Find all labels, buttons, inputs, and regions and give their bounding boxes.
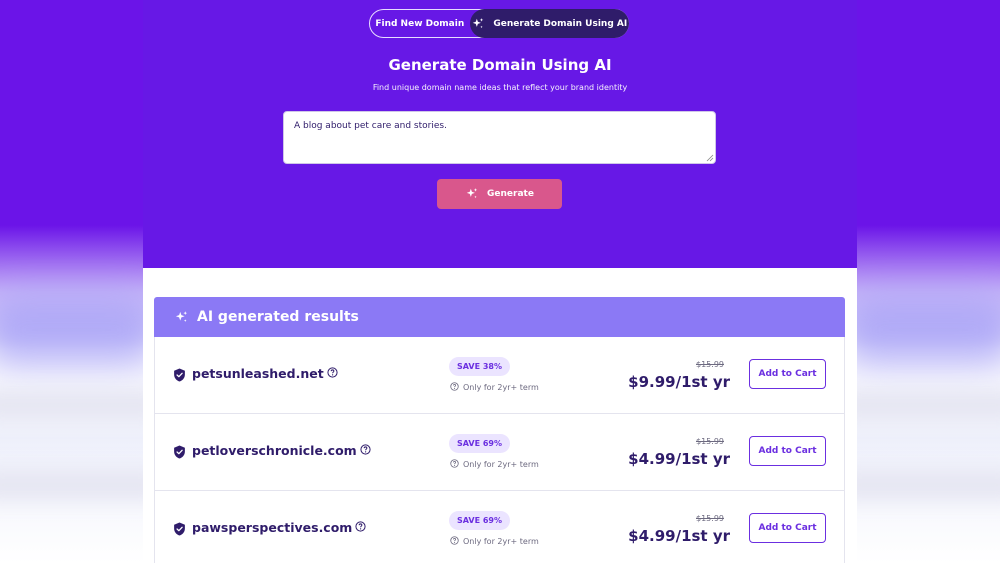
term-note: Only for 2yr+ term [450,459,539,470]
term-note-text: Only for 2yr+ term [463,537,539,546]
sale-price: $4.99/1st yr [628,527,730,545]
tab-generate-domain-ai-label: Generate Domain Using AI [493,18,628,29]
result-row: petsunleashed.net SAVE 38% Only for 2yr+… [154,337,845,414]
domain-name: petsunleashed.net [192,366,338,381]
add-to-cart-button[interactable]: Add to Cart [749,436,826,466]
page-title: Generate Domain Using AI [388,56,612,74]
sale-price: $4.99/1st yr [628,450,730,468]
brand-description-input[interactable] [283,111,716,164]
shield-check-icon [173,367,186,386]
discount-badge: SAVE 38% [449,357,510,376]
domain-name: petloverschronicle.com [192,443,371,458]
original-price: $15.99 [696,437,724,446]
term-note-text: Only for 2yr+ term [463,383,539,392]
sparkle-icon [471,17,485,31]
results-header: AI generated results [154,297,845,337]
help-circle-icon[interactable] [355,520,366,535]
ai-results-panel: AI generated results petsunleashed.net S… [154,297,845,563]
domain-name-text: pawsperspectives.com [192,520,353,535]
add-to-cart-button[interactable]: Add to Cart [749,359,826,389]
term-note: Only for 2yr+ term [450,382,539,393]
discount-badge: SAVE 69% [449,511,510,530]
sparkle-icon [465,187,479,201]
help-circle-icon[interactable] [360,443,371,458]
result-row: petloverschronicle.com SAVE 69% Only for… [154,414,845,491]
tab-find-new-domain-label: Find New Domain [375,18,465,29]
domain-mode-toggle: Find New Domain Generate Domain Using AI [369,9,629,38]
tab-find-new-domain[interactable]: Find New Domain [370,9,470,38]
help-circle-icon [450,536,459,547]
domain-name: pawsperspectives.com [192,520,366,535]
term-note: Only for 2yr+ term [450,536,539,547]
help-circle-icon [450,459,459,470]
sale-price: $9.99/1st yr [628,373,730,391]
domain-name-text: petloverschronicle.com [192,443,357,458]
resize-grip-icon[interactable] [706,154,714,162]
result-row: pawsperspectives.com SAVE 69% Only for 2… [154,491,845,563]
shield-check-icon [173,521,186,540]
discount-badge: SAVE 69% [449,434,510,453]
term-note-text: Only for 2yr+ term [463,460,539,469]
original-price: $15.99 [696,360,724,369]
generate-button[interactable]: Generate [437,179,562,209]
domain-name-text: petsunleashed.net [192,366,324,381]
shield-check-icon [173,444,186,463]
tab-generate-domain-ai[interactable]: Generate Domain Using AI [469,9,629,38]
results-header-title: AI generated results [197,309,359,325]
original-price: $15.99 [696,514,724,523]
sparkle-icon [174,310,189,325]
add-to-cart-button[interactable]: Add to Cart [749,513,826,543]
help-circle-icon [450,382,459,393]
help-circle-icon[interactable] [327,366,338,381]
generate-button-label: Generate [487,189,534,199]
page-subtitle: Find unique domain name ideas that refle… [372,83,628,92]
